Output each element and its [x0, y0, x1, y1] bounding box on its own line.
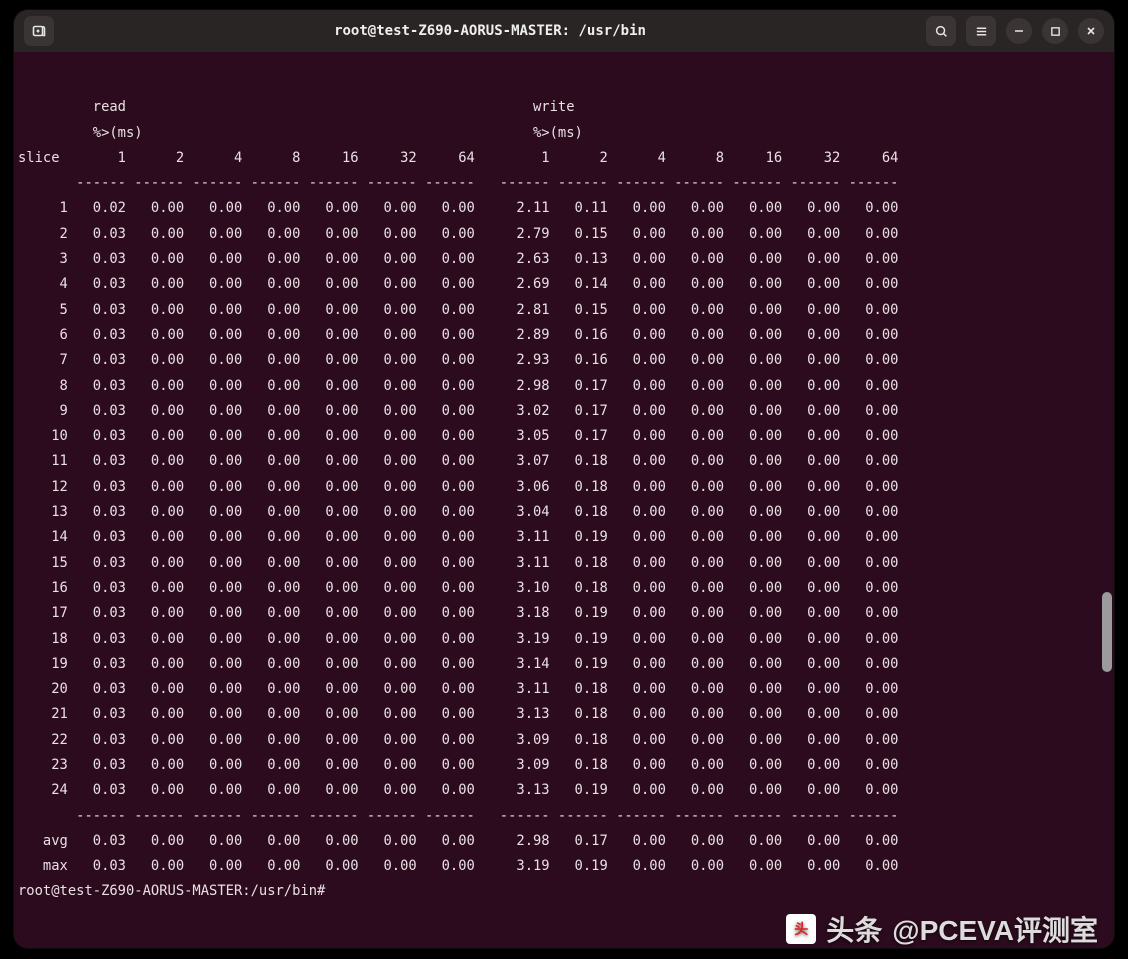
titlebar: root@test-Z690-AORUS-MASTER: /usr/bin: [14, 10, 1114, 52]
search-button[interactable]: [926, 16, 956, 46]
new-tab-button[interactable]: [24, 16, 54, 46]
menu-button[interactable]: [966, 16, 996, 46]
window-title: root@test-Z690-AORUS-MASTER: /usr/bin: [54, 23, 926, 39]
close-button[interactable]: [1078, 18, 1104, 44]
watermark: 头 头条 @PCEVA评测室: [786, 909, 1098, 949]
terminal-window: root@test-Z690-AORUS-MASTER: /usr/bin: [14, 10, 1114, 948]
terminal-output[interactable]: read write %>(ms) %>(ms) slice 1 2 4 8 1…: [14, 52, 1114, 910]
watermark-handle: @PCEVA评测室: [892, 909, 1098, 949]
watermark-logo-icon: 头: [786, 914, 816, 944]
minimize-button[interactable]: [1006, 18, 1032, 44]
maximize-button[interactable]: [1042, 18, 1068, 44]
watermark-prefix: 头条: [826, 909, 882, 949]
shell-prompt[interactable]: root@test-Z690-AORUS-MASTER:/usr/bin#: [18, 880, 1110, 902]
scrollbar-thumb[interactable]: [1102, 592, 1112, 672]
